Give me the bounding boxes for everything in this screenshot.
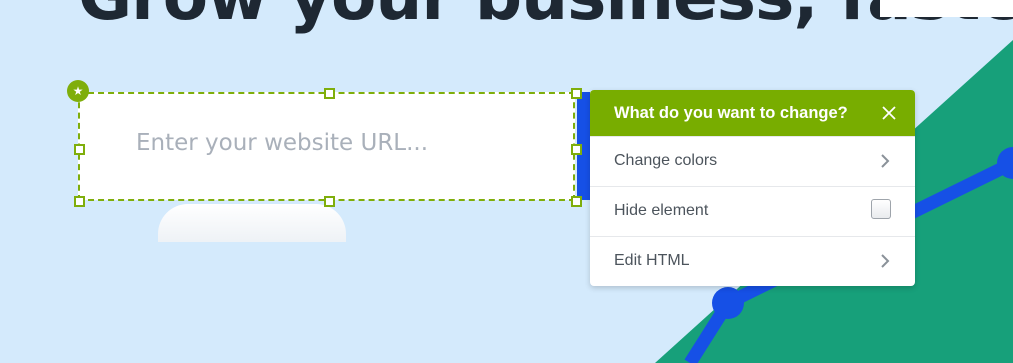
menu-item-hide-element[interactable]: Hide element [590,186,915,236]
resize-handle-top-right[interactable] [571,88,582,99]
menu-item-label: Change colors [614,152,718,169]
website-url-input[interactable] [136,130,556,156]
popup-header: What do you want to change? [590,90,915,136]
resize-handle-middle-left[interactable] [74,144,85,155]
popup-title: What do you want to change? [614,104,848,122]
chart-point [712,287,744,319]
star-icon[interactable]: ★ [67,80,89,102]
resize-handle-top-middle[interactable] [324,88,335,99]
menu-item-label: Hide element [614,202,709,219]
close-icon[interactable] [879,103,899,123]
edit-element-popup: What do you want to change? Change color… [590,90,915,286]
chevron-right-icon [881,254,890,268]
hide-element-checkbox[interactable] [871,199,891,219]
menu-item-label: Edit HTML [614,252,690,269]
resize-handle-bottom-middle[interactable] [324,196,335,207]
headline-highlight [880,0,1013,17]
url-form-container[interactable] [78,92,575,200]
menu-item-edit-html[interactable]: Edit HTML [590,236,915,286]
chevron-right-icon [881,154,890,168]
menu-item-change-colors[interactable]: Change colors [590,136,915,186]
resize-handle-middle-right[interactable] [571,144,582,155]
resize-handle-bottom-left[interactable] [74,196,85,207]
resize-handle-bottom-right[interactable] [571,196,582,207]
submit-button-shadow [158,204,346,242]
